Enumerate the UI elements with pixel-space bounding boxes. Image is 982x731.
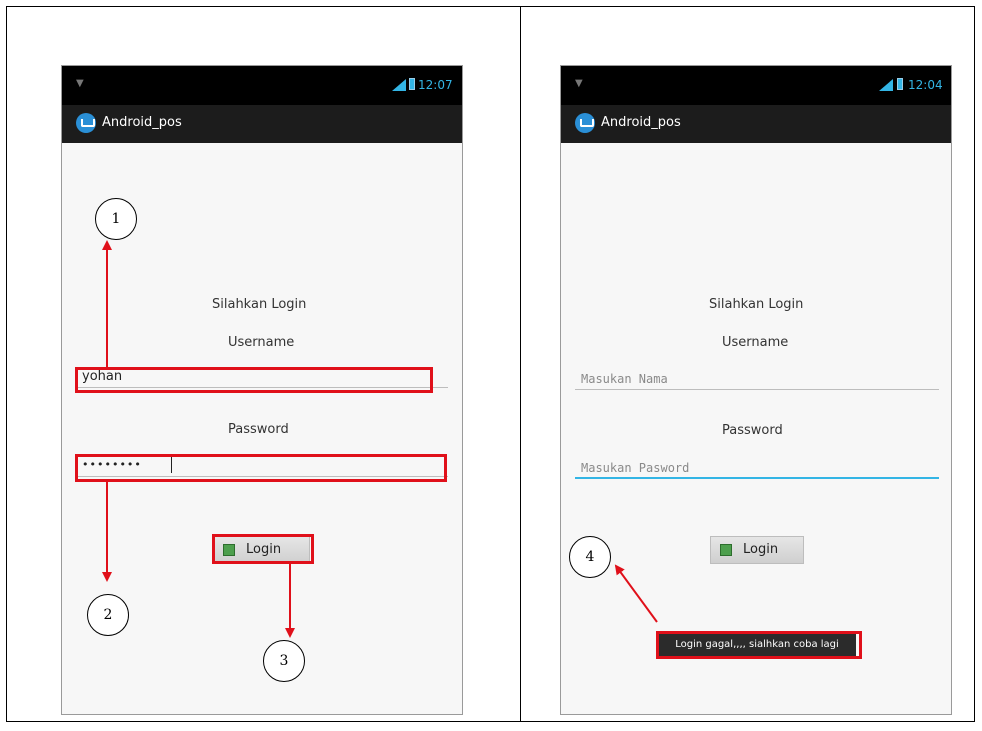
annotation-circle-4: 4 [569, 536, 611, 578]
arrow-to-4 [614, 564, 658, 623]
annotation-circle-2: 2 [87, 594, 129, 636]
annotation-circle-1: 1 [95, 198, 137, 240]
annotation-arrows [102, 240, 658, 638]
annotation-circle-3: 3 [263, 640, 305, 682]
